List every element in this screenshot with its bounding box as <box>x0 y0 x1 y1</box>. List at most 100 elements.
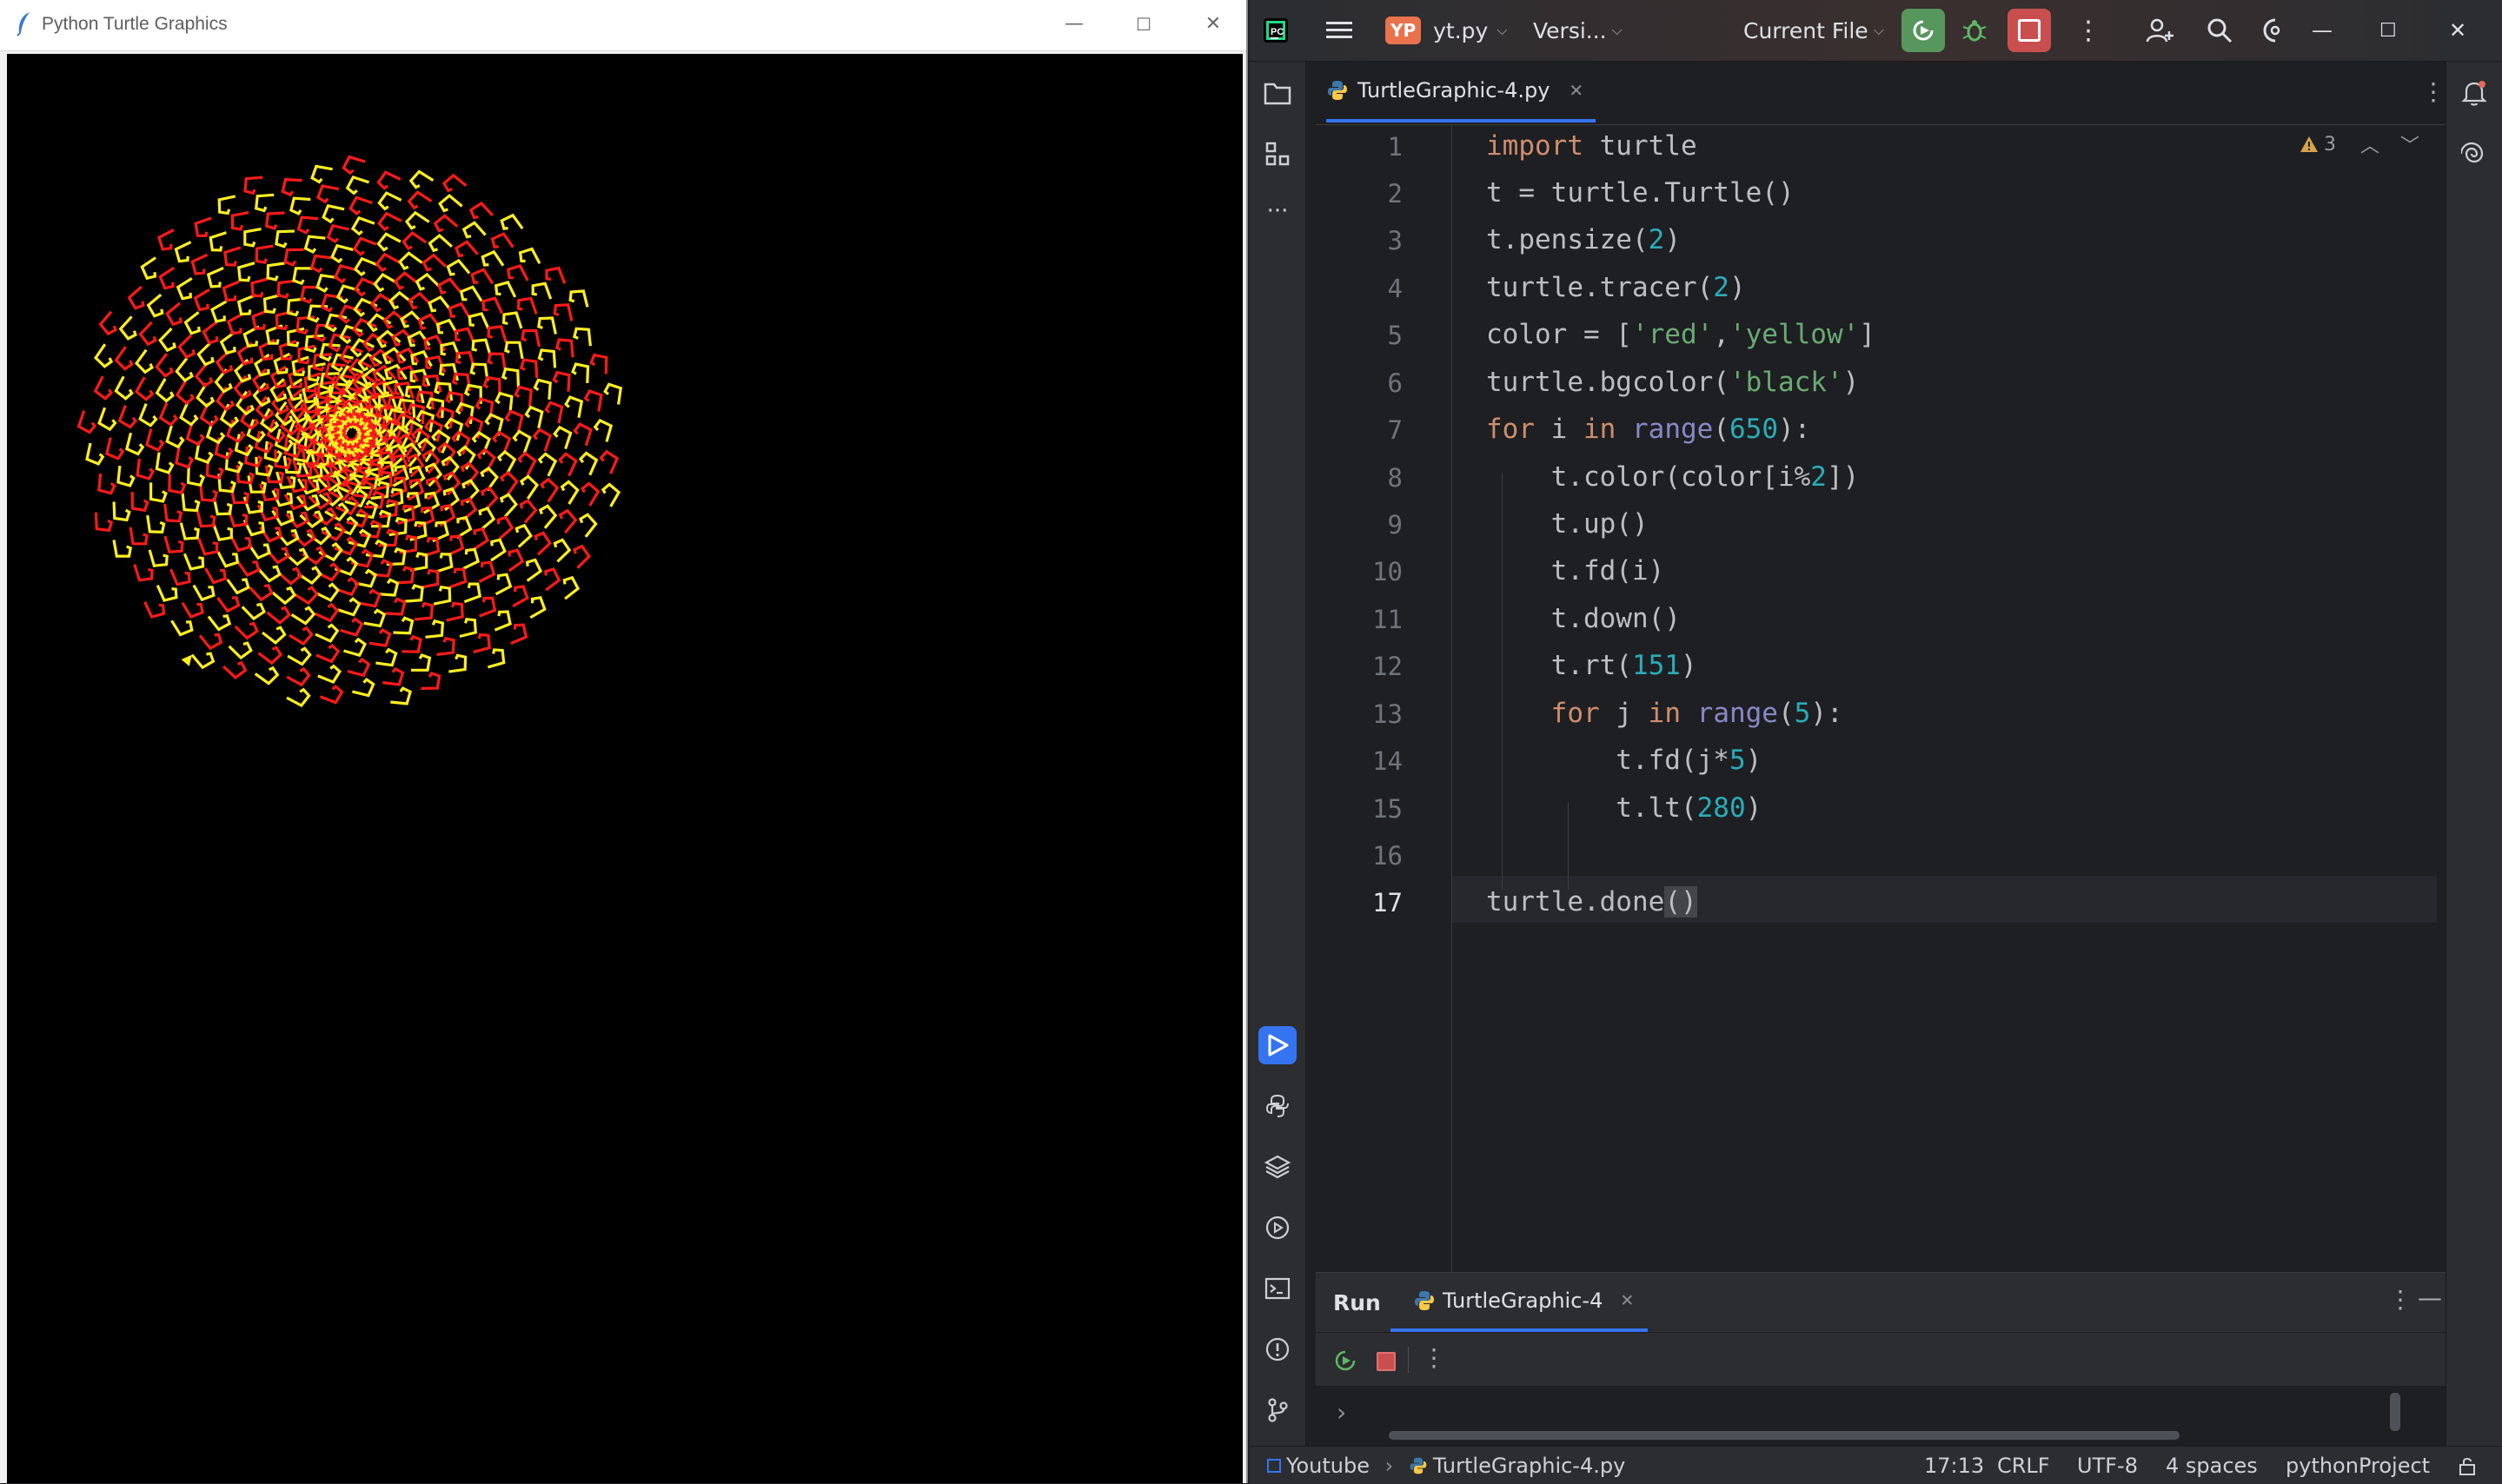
run-toolbar: ⋮ <box>1316 1332 2446 1387</box>
turtle-stroke <box>446 601 464 622</box>
breadcrumb-project[interactable]: Youtube <box>1286 1454 1370 1478</box>
code-line: for j in range(5): <box>1550 698 1843 729</box>
run-panel-title[interactable]: Run <box>1333 1290 1381 1315</box>
turtle-stroke <box>209 231 227 252</box>
project-tool-button[interactable] <box>1258 74 1297 112</box>
code-editor[interactable]: 3 ︿ ﹀ 1 2 3 4 5 6 7 8 9 10 11 12 13 14 1… <box>1316 125 2437 1272</box>
more-actions-icon[interactable]: ⋮ <box>2075 0 2101 61</box>
turtle-stroke <box>514 385 533 407</box>
turtle-stroke <box>275 471 296 490</box>
run-tool-button[interactable] <box>1258 1026 1297 1064</box>
turtle-stroke <box>352 236 377 256</box>
turtle-stroke <box>193 288 210 312</box>
stop-icon[interactable] <box>1377 1352 1396 1371</box>
services-button[interactable] <box>1258 1209 1297 1247</box>
turtle-stroke <box>130 492 149 513</box>
turtle-stroke <box>481 249 505 267</box>
search-button[interactable] <box>2206 0 2233 61</box>
turtle-stroke <box>271 586 296 606</box>
right-tool-strip <box>2446 62 2502 1446</box>
turtle-titlebar[interactable]: Python Turtle Graphics — ☐ ✕ <box>0 0 1246 51</box>
close-tab-icon[interactable]: ✕ <box>1569 80 1583 101</box>
turtle-stroke <box>85 442 105 466</box>
run-icon <box>1268 1034 1289 1057</box>
stop-button[interactable] <box>2008 0 2051 61</box>
turtle-stroke <box>309 254 332 274</box>
turtle-stroke <box>181 601 204 619</box>
rerun-button[interactable] <box>1901 0 1945 61</box>
turtle-stroke <box>494 391 514 414</box>
line-number: 11 <box>1372 605 1403 634</box>
breadcrumb-file[interactable]: TurtleGraphic-4.py <box>1433 1454 1625 1478</box>
problems-button[interactable] <box>1258 1330 1297 1368</box>
indent-setting[interactable]: 4 spaces <box>2166 1454 2258 1478</box>
settings-button[interactable] <box>2263 0 2284 61</box>
turtle-stroke <box>146 293 164 318</box>
debug-button[interactable] <box>1961 0 1988 61</box>
turtle-stroke <box>581 481 601 507</box>
run-tab[interactable]: TurtleGraphic-4 ✕ <box>1390 1273 1648 1332</box>
more-actions-icon[interactable]: ⋮ <box>1422 1343 1446 1372</box>
horizontal-scrollbar[interactable] <box>1389 1431 2180 1440</box>
vcs-widget[interactable]: Versi... ⌵ <box>1533 0 1623 61</box>
run-options-icon[interactable]: ⋮ <box>2388 1285 2412 1314</box>
chevron-down-icon[interactable]: ﹀ <box>2400 130 2419 158</box>
file-encoding[interactable]: UTF-8 <box>2077 1454 2138 1478</box>
structure-tool-button[interactable] <box>1258 135 1297 173</box>
turtle-stroke <box>462 547 481 570</box>
ai-assistant-button[interactable] <box>2455 135 2493 173</box>
python-packages-button[interactable] <box>1258 1148 1297 1186</box>
close-button[interactable]: ✕ <box>2449 0 2466 61</box>
run-console[interactable]: › <box>1316 1386 2446 1447</box>
turtle-stroke <box>288 367 305 389</box>
git-button[interactable] <box>1258 1391 1297 1429</box>
interpreter-selector[interactable]: pythonProject <box>2286 1454 2430 1478</box>
python-console-button[interactable] <box>1258 1087 1297 1125</box>
rerun-icon[interactable] <box>1333 1348 1357 1373</box>
turtle-stroke <box>185 422 205 447</box>
hide-panel-icon[interactable]: — <box>2418 1283 2442 1312</box>
bell-icon <box>2461 81 2487 106</box>
minimize-button[interactable]: — <box>2312 0 2333 61</box>
status-bar: Youtube › TurtleGraphic-4.py 17:13 CRLF … <box>1250 1446 2502 1484</box>
line-separator[interactable]: CRLF <box>1997 1454 2050 1478</box>
close-button[interactable]: ✕ <box>1178 0 1248 50</box>
turtle-stroke <box>291 355 309 376</box>
project-widget[interactable]: YP yt.py ⌵ <box>1385 0 1508 61</box>
more-tools-icon[interactable]: ··· <box>1258 192 1297 230</box>
lock-icon[interactable] <box>2458 1455 2477 1476</box>
code-line: t.down() <box>1486 603 1681 634</box>
tab-label: TurtleGraphic-4.py <box>1357 78 1550 103</box>
turtle-stroke <box>198 633 223 651</box>
editor-tab[interactable]: TurtleGraphic-4.py ✕ <box>1326 62 1596 123</box>
run-config-selector[interactable]: Current File ⌵ <box>1743 0 1884 61</box>
notifications-button[interactable] <box>2455 74 2493 112</box>
close-tab-icon[interactable]: ✕ <box>1620 1291 1634 1310</box>
tab-options-icon[interactable]: ⋮ <box>2421 77 2446 106</box>
turtle-stroke <box>487 325 508 343</box>
turtle-stroke <box>448 301 471 319</box>
turtle-stroke <box>519 474 540 500</box>
turtle-stroke <box>156 585 178 602</box>
turtle-stroke <box>315 582 340 602</box>
vertical-scrollbar[interactable] <box>2390 1393 2400 1431</box>
turtle-stroke <box>204 567 227 585</box>
breadcrumb[interactable]: Youtube › TurtleGraphic-4.py <box>1267 1454 1625 1478</box>
turtle-stroke <box>578 451 599 476</box>
maximize-button[interactable]: ☐ <box>1109 0 1178 50</box>
turtle-stroke <box>145 428 165 453</box>
chevron-up-icon[interactable]: ︿ <box>2360 130 2379 158</box>
turtle-stroke <box>385 597 407 616</box>
main-menu-button[interactable] <box>1326 0 1352 61</box>
maximize-button[interactable]: ☐ <box>2379 0 2397 61</box>
turtle-canvas-area[interactable] <box>7 54 1243 1483</box>
minimize-button[interactable]: — <box>1039 0 1109 50</box>
inspection-widget[interactable]: 3 ︿ ﹀ <box>2300 130 2419 158</box>
turtle-stroke <box>254 666 280 686</box>
turtle-stroke <box>330 243 354 264</box>
code-with-me-button[interactable] <box>2145 0 2174 61</box>
terminal-button[interactable] <box>1258 1269 1297 1308</box>
pycharm-logo[interactable]: PC <box>1262 0 1290 61</box>
caret-position[interactable]: 17:13 <box>1924 1454 1984 1478</box>
turtle-stroke <box>437 277 461 295</box>
